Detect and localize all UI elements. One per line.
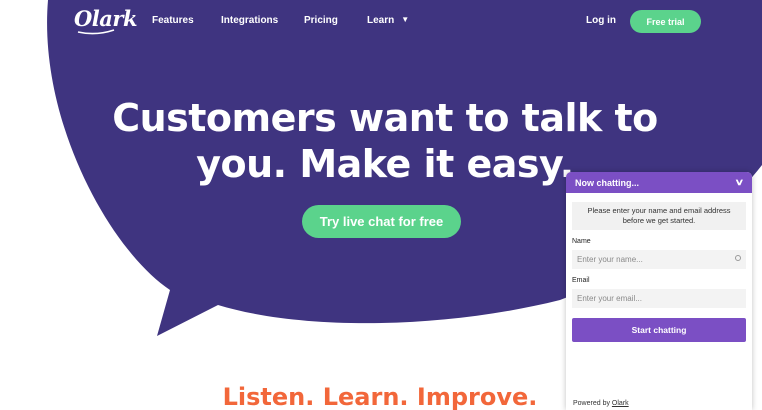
name-label: Name	[572, 238, 591, 245]
autofill-icon	[735, 255, 741, 261]
name-field[interactable]: Enter your name...	[572, 250, 746, 269]
chevron-down-icon: ▼	[401, 15, 410, 24]
powered-by-olark-link[interactable]: Olark	[612, 400, 629, 407]
nav-learn-label: Learn	[367, 15, 395, 26]
nav-integrations[interactable]: Integrations	[221, 15, 278, 26]
nav-features[interactable]: Features	[152, 15, 194, 26]
email-placeholder: Enter your email...	[577, 294, 642, 303]
nav-pricing[interactable]: Pricing	[304, 15, 338, 26]
powered-by: Powered by Olark	[573, 400, 629, 407]
start-chatting-button[interactable]: Start chatting	[572, 318, 746, 342]
hero-headline-line2: you. Make it easy.	[196, 142, 574, 186]
name-placeholder: Enter your name...	[577, 255, 643, 264]
email-label: Email	[572, 277, 590, 284]
email-field[interactable]: Enter your email...	[572, 289, 746, 308]
olark-logo[interactable]: Olark	[74, 6, 138, 31]
powered-by-prefix: Powered by	[573, 400, 610, 407]
logo-swoosh-icon	[77, 29, 115, 35]
nav-learn[interactable]: Learn ▼	[367, 15, 409, 26]
hero-headline-line1: Customers want to talk to	[112, 96, 658, 140]
try-live-chat-button[interactable]: Try live chat for free	[302, 205, 461, 238]
free-trial-button[interactable]: Free trial	[630, 10, 701, 33]
top-nav: Olark Features Integrations Pricing Lear…	[0, 0, 762, 44]
tagline: Listen. Learn. Improve.	[222, 383, 538, 410]
chevron-down-icon[interactable]: ∨	[735, 177, 745, 188]
chat-intro-message: Please enter your name and email address…	[572, 202, 746, 230]
chat-widget: Now chatting... ∨ Please enter your name…	[566, 172, 752, 410]
chat-header[interactable]: Now chatting... ∨	[566, 172, 752, 193]
chat-header-title: Now chatting...	[575, 177, 639, 188]
login-link[interactable]: Log in	[586, 15, 616, 26]
